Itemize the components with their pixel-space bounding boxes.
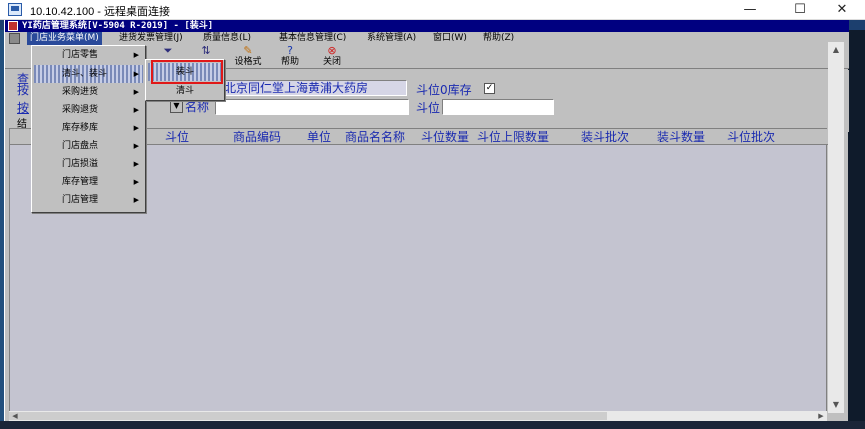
col-slot[interactable]: 斗位 [165,129,189,145]
minimize-button[interactable]: — [727,0,773,20]
horizontal-scroll-thumb[interactable] [9,412,607,420]
chevron-right-icon: ▶ [133,88,139,96]
app-title-bar[interactable]: YI药店管理系统[V-5904 R-2019] - [装斗] [5,20,849,32]
menu-item-purchase-return[interactable]: 采购退货 ▶ [34,101,143,119]
col-slot-batch[interactable]: 斗位批次 [727,129,775,145]
col-fill-batch[interactable]: 装斗批次 [581,129,629,145]
app-title: YI药店管理系统[V-5904 R-2019] - [装斗] [22,21,214,31]
menu-store-business[interactable]: 门店业务菜单(M) [27,32,102,45]
col-fill-qty[interactable]: 装斗数量 [657,129,705,145]
remote-desktop-title-bar[interactable]: 10.10.42.100 - 远程桌面连接 — ☐ ✕ [0,0,865,20]
close-label: 关闭 [322,57,341,67]
col-slot-max-qty[interactable]: 斗位上限数量 [477,129,549,145]
menu-item-stock-management[interactable]: 库存管理 ▶ [34,173,143,191]
menu-item-label: 门店盘点 [62,141,99,151]
scroll-right-icon[interactable]: ▶ [815,411,827,421]
annotation-red-box [151,60,223,84]
menu-item-store-retail[interactable]: 门店零售 ▶ [34,46,143,64]
menu-item-store-loss[interactable]: 门店损溢 ▶ [34,155,143,173]
chevron-right-icon: ▶ [133,124,139,132]
set-format-label: 设格式 [234,57,262,67]
submenu-item-clear-slot[interactable]: 清斗 [148,82,222,100]
remote-desktop-icon [8,3,22,16]
close-door-icon: ⊗ [327,44,337,57]
remote-desktop-title: 10.10.42.100 - 远程桌面连接 [30,6,171,18]
sort-icon: ⇅ [201,44,211,57]
menu-item-label: 采购退货 [62,105,99,115]
menu-item-label: 清斗、装斗 [62,69,108,79]
chevron-right-icon: ▶ [133,160,139,168]
submenu-item-label: 清斗 [176,86,195,96]
slot-label: 斗位 [416,101,441,115]
col-product-code[interactable]: 商品编码 [233,129,281,145]
windows-taskbar [0,421,865,429]
menu-item-label: 库存管理 [62,177,99,187]
desktop-background-right [848,30,865,429]
horizontal-scrollbar[interactable]: ◀ ▶ [9,411,827,421]
by-label: 按 [17,83,30,97]
help-icon: ? [287,44,293,57]
chevron-right-icon: ▶ [133,106,139,114]
slot-input[interactable] [442,99,554,115]
menu-system[interactable]: 系统管理(A) [364,32,419,45]
screen: 10.10.42.100 - 远程桌面连接 — ☐ ✕ YI药店管理系统[V-5… [0,0,865,429]
field-dropdown-button[interactable]: ▼ [170,99,183,113]
chevron-right-icon: ▶ [133,51,139,59]
menu-item-label: 门店管理 [62,195,99,205]
chevron-right-icon: ▶ [133,70,139,78]
menu-item-label: 库存移库 [62,123,99,133]
app-icon [8,21,18,31]
chevron-right-icon: ▶ [133,196,139,204]
menu-purchase-invoice[interactable]: 进货发票管理(J) [116,32,186,45]
chevron-right-icon: ▶ [133,142,139,150]
menu-window[interactable]: 窗口(W) [430,32,470,45]
col-unit[interactable]: 单位 [307,129,331,145]
maximize-button[interactable]: ☐ [777,0,823,20]
menu-item-store-inventory[interactable]: 门店盘点 ▶ [34,137,143,155]
close-button[interactable]: ✕ [819,0,865,20]
col-slot-qty[interactable]: 斗位数量 [421,129,469,145]
help-button[interactable]: ? 帮助 [271,45,309,69]
store-business-menu: 门店零售 ▶ 清斗、装斗 ▶ 采购进货 ▶ 采购退货 ▶ 库存移库 ▶ 门店盘点… [31,45,146,213]
help-label: 帮助 [280,57,299,67]
scroll-left-icon[interactable]: ◀ [9,411,21,421]
menu-item-label: 门店损溢 [62,159,99,169]
chevron-right-icon: ▶ [133,178,139,186]
scroll-up-icon[interactable]: ▲ [828,42,844,58]
app-window: YI药店管理系统[V-5904 R-2019] - [装斗] 门店业务菜单(M)… [4,20,849,429]
store-name-field: 北京同仁堂上海黄浦大药房 [221,80,407,96]
menu-item-store-management[interactable]: 门店管理 ▶ [34,191,143,209]
zero-stock-label: 斗位0库存 [416,83,472,97]
name-input[interactable] [215,99,409,115]
close-toolbar-button[interactable]: ⊗ 关闭 [313,45,351,69]
vertical-scrollbar[interactable]: ▲ ▼ [828,42,844,413]
menu-item-label: 门店零售 [62,50,99,60]
set-format-button[interactable]: ✎ 设格式 [229,45,267,69]
by-label-2: 按 [17,101,30,115]
menu-bar: 门店业务菜单(M) 进货发票管理(J) 质量信息(L) 基本信息管理(C) 系统… [5,32,849,45]
menu-item-clear-fill-slot[interactable]: 清斗、装斗 ▶ [34,65,143,83]
filter-icon: ⏷ [163,44,173,57]
scroll-down-icon[interactable]: ▼ [828,397,844,413]
menu-item-stock-transfer[interactable]: 库存移库 ▶ [34,119,143,137]
mdi-system-icon[interactable] [9,33,20,44]
pencil-icon: ✎ [243,44,253,57]
zero-stock-checkbox[interactable]: ✓ [484,83,495,94]
menu-item-label: 采购进货 [62,87,99,97]
col-product-name[interactable]: 商品名名称 [345,129,405,145]
menu-item-purchase-in[interactable]: 采购进货 ▶ [34,83,143,101]
menu-help[interactable]: 帮助(Z) [480,32,517,45]
